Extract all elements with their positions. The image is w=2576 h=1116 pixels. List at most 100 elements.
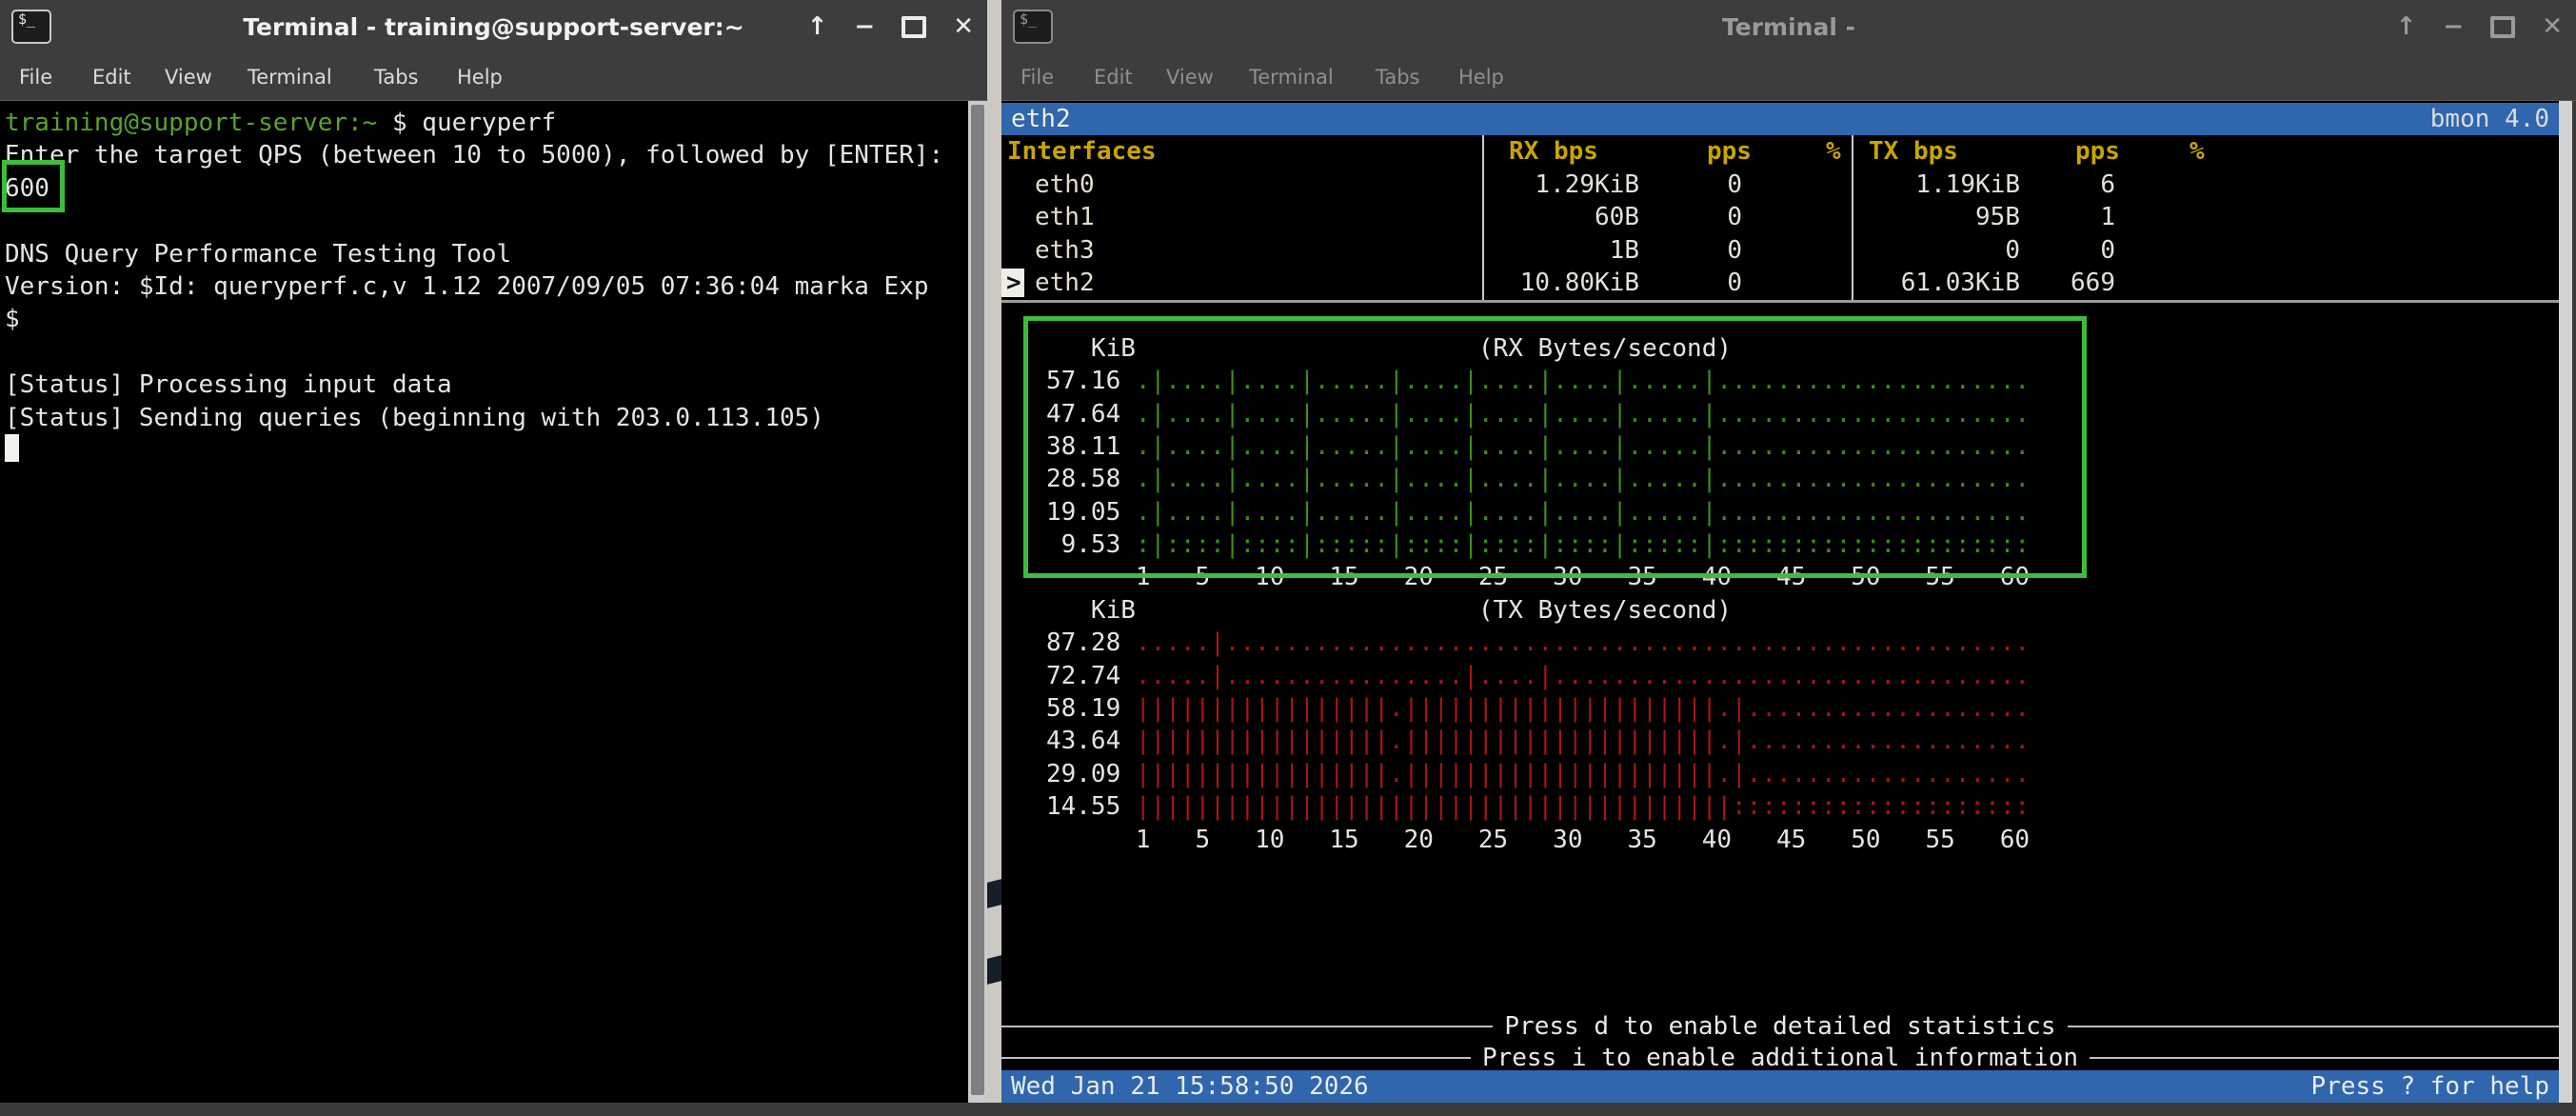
left-scrollbar-thumb[interactable] [971,105,984,1095]
desktop-logo-fragment [987,955,1001,985]
bottom-panel-strip [0,1103,2576,1116]
graph-x-axis: 1 5 10 15 20 25 30 35 40 45 50 55 60 [1001,824,2559,856]
interface-name: eth0 [1035,169,1095,201]
minimize-icon[interactable] [2443,0,2464,54]
terminal-line [5,205,966,237]
menu-file[interactable]: File [1020,54,1054,100]
rx-pps-value: 0 [1666,169,1742,201]
tx-pps-value: 0 [2039,234,2115,267]
left-menubar: File Edit View Terminal Tabs Help [0,54,987,101]
shade-window-icon[interactable] [2396,0,2417,54]
interface-name: eth2 [1035,267,1095,299]
graph-row: 72.74 .....|................|....|......… [1001,660,2559,692]
close-icon[interactable] [2542,0,2563,54]
close-icon[interactable] [953,0,974,54]
terminal-line: [Status] Processing input data [5,369,966,401]
terminal-line: 600 [5,172,966,205]
rx-bps-value: 1.29KiB [1487,169,1639,201]
left-terminal-lines: training@support-server:~ $ queryperfEnt… [5,107,966,434]
menu-view[interactable]: View [165,54,212,100]
interface-name: eth3 [1035,234,1095,267]
header-: % [1826,135,1841,168]
tx-bps-value: 61.03KiB [1868,267,2020,299]
bmon-terminal-screen[interactable]: Press d to enable detailed statistics Pr… [1001,100,2576,1103]
terminal-line: DNS Query Performance Testing Tool [5,238,966,270]
graph-row: 28.58 .|....|....|.....|....|....|....|.… [1001,463,2559,495]
rx-bps-value: 1B [1487,234,1639,267]
graph-title-green: KiB (RX Bytes/second) [1001,332,2559,365]
header-txbps: TX bps [1869,135,1958,168]
header-rxbps: RX bps [1509,135,1598,168]
terminal-line [5,336,966,369]
menu-help[interactable]: Help [457,54,503,100]
graph-row: 87.28 .....|............................… [1001,627,2559,659]
menu-terminal[interactable]: Terminal [1249,54,1334,100]
desktop-gap [987,0,1001,1116]
text-cursor [5,434,19,462]
interface-name: eth1 [1035,201,1095,233]
tx-bps-value: 0 [1868,234,2020,267]
menu-terminal[interactable]: Terminal [248,54,332,100]
rx-pps-value: 0 [1666,201,1742,233]
menu-view[interactable]: View [1166,54,1214,100]
menu-edit[interactable]: Edit [92,54,131,100]
tx-bps-value: 95B [1868,201,2020,233]
graph-row: 14.55 ||||||||||||||||||||||||||||||||||… [1001,790,2559,823]
rx-pps-value: 0 [1666,267,1742,299]
right-menubar: File Edit View Terminal Tabs Help [1001,54,2576,101]
tx-pps-value: 669 [2039,267,2115,299]
graph-row: 29.09 |||||||||||||||||.||||||||||||||||… [1001,758,2559,790]
menu-help[interactable]: Help [1458,54,1504,100]
terminal-line: Version: $Id: queryperf.c,v 1.12 2007/09… [5,270,966,303]
terminal-line: [Status] Sending queries (beginning with… [5,402,966,434]
maximize-icon[interactable] [2490,16,2515,38]
left-terminal-window[interactable]: $_ Terminal - training@support-server:~ … [0,0,987,1116]
rx-bps-value: 10.80KiB [1487,267,1639,299]
interface-table-header: InterfacesRX bpspps%TX bpspps% [1001,135,2559,168]
left-titlebar[interactable]: $_ Terminal - training@support-server:~ [0,0,987,54]
interface-row-eth0[interactable]: eth0 1.29KiB 0 1.19KiB 6 [1001,169,2559,201]
maximize-icon[interactable] [902,16,926,38]
menu-tabs[interactable]: Tabs [1376,54,1420,100]
graph-title-red: KiB (TX Bytes/second) [1001,594,2559,627]
graph-row: 43.64 |||||||||||||||||.||||||||||||||||… [1001,725,2559,757]
tx-pps-value: 1 [2039,201,2115,233]
interface-row-eth2[interactable]: > eth2 10.80KiB 0 61.03KiB 669 [1001,267,2559,299]
graph-x-axis: 1 5 10 15 20 25 30 35 40 45 50 55 60 [1001,561,2559,593]
tx-bps-value: 1.19KiB [1868,169,2020,201]
minimize-icon[interactable] [854,0,875,54]
bmon-top-bar: eth2 bmon 4.0 [1001,103,2559,135]
graph-row: 38.11 .|....|....|.....|....|....|....|.… [1001,430,2559,463]
shade-window-icon[interactable] [807,0,828,54]
left-terminal-screen[interactable]: training@support-server:~ $ queryperfEnt… [0,100,987,1103]
left-scrollbar[interactable] [968,101,987,1103]
bmon-version: bmon 4.0 [2430,103,2549,135]
terminal-line: training@support-server:~ $ queryperf [5,107,966,139]
rx-pps-value: 0 [1666,234,1742,267]
menu-file[interactable]: File [19,54,52,100]
bmon-status-bar: Wed Jan 21 15:58:50 2026 Press ? for hel… [1001,1070,2559,1104]
menu-tabs[interactable]: Tabs [374,54,419,100]
selected-interface-label: eth2 [1011,103,1071,135]
right-scrollbar[interactable] [2559,101,2572,1103]
graph-row: 9.53 :|::::|::::|:::::|::::|::::|::::|::… [1001,528,2559,561]
interface-row-eth1[interactable]: eth1 60B 0 95B 1 [1001,201,2559,233]
graph-row: 47.64 .|....|....|.....|....|....|....|.… [1001,398,2559,430]
right-titlebar[interactable]: $_ Terminal - [1001,0,2576,54]
status-help-hint: Press ? for help [2311,1070,2549,1104]
terminal-line: Enter the target QPS (between 10 to 5000… [5,139,966,171]
selection-arrow-icon: > [1006,267,1021,299]
menu-edit[interactable]: Edit [1094,54,1133,100]
window-edge [2572,101,2576,1103]
graph-row: 58.19 |||||||||||||||||.||||||||||||||||… [1001,692,2559,725]
bmon-screen: Press d to enable detailed statistics Pr… [1001,103,2559,1103]
header-: % [2190,135,2205,168]
status-datetime: Wed Jan 21 15:58:50 2026 [1011,1070,1369,1104]
tx-pps-value: 6 [2039,169,2115,201]
right-window-title: Terminal - [1001,0,2576,54]
graph-row: 57.16 .|....|....|.....|....|....|....|.… [1001,365,2559,397]
right-terminal-window[interactable]: $_ Terminal - File Edit View Terminal Tabs He… [1001,0,2576,1116]
header-interfaces: Interfaces [1007,135,1157,168]
rx-bps-value: 60B [1487,201,1639,233]
interface-row-eth3[interactable]: eth31B000 [1001,234,2559,267]
